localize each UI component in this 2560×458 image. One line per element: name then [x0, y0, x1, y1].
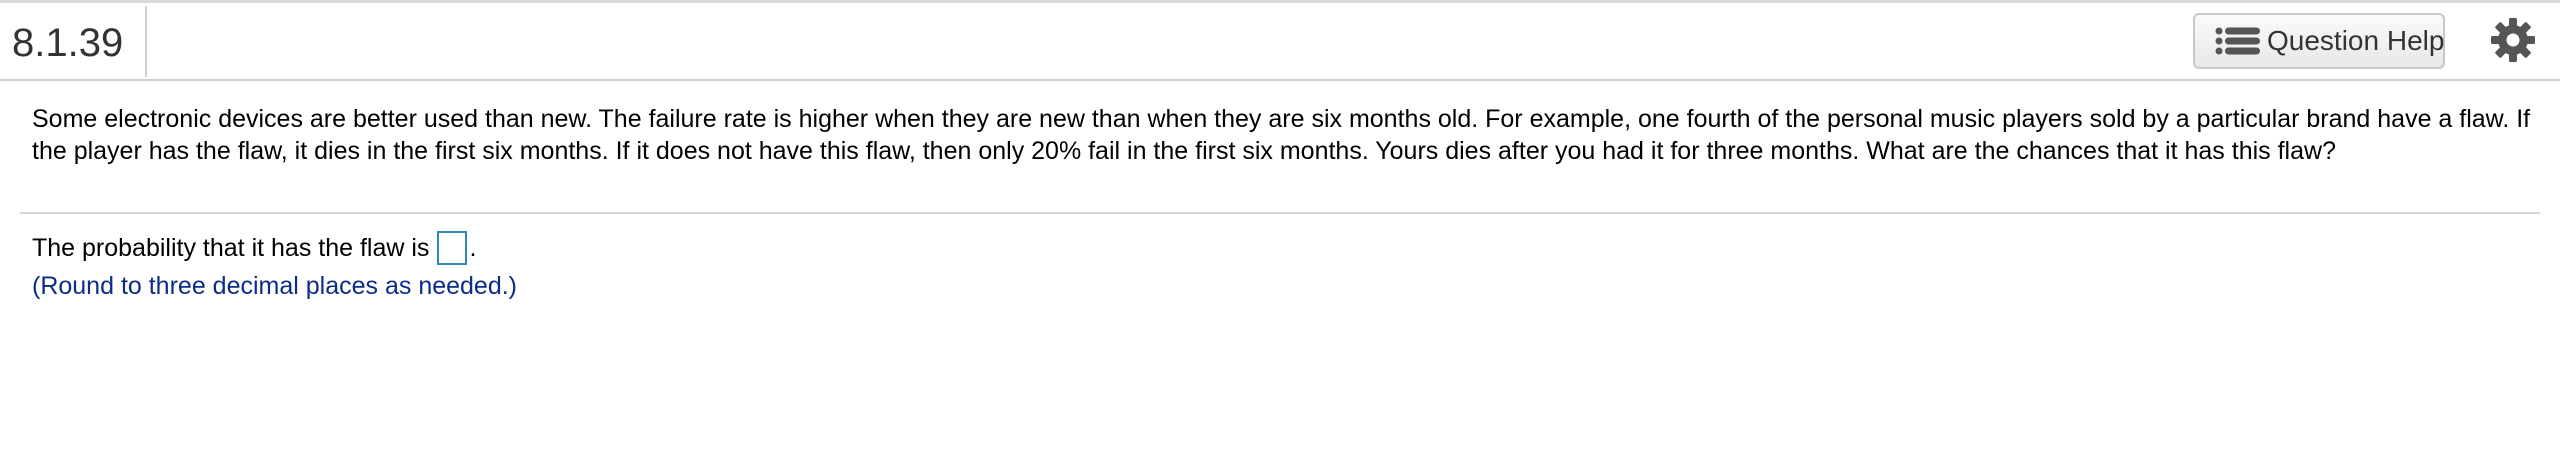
question-number: 8.1.39	[12, 21, 124, 65]
list-icon	[2215, 27, 2260, 55]
rounding-hint: (Round to three decimal places as needed…	[32, 272, 518, 300]
gear-icon[interactable]	[2490, 17, 2536, 63]
question-help-button[interactable]: Question Help	[2193, 13, 2445, 69]
section-divider	[20, 212, 2540, 214]
header-divider	[145, 6, 147, 77]
question-text: Some electronic devices are better used …	[32, 105, 2531, 165]
answer-line: The probability that it has the flaw is …	[32, 228, 476, 268]
question-header: 8.1.39 Question Help	[0, 3, 2560, 81]
answer-prompt: The probability that it has the flaw is	[32, 233, 430, 262]
answer-suffix: .	[469, 233, 477, 262]
question-help-label: Question Help	[2267, 25, 2445, 56]
answer-input[interactable]	[437, 231, 468, 265]
